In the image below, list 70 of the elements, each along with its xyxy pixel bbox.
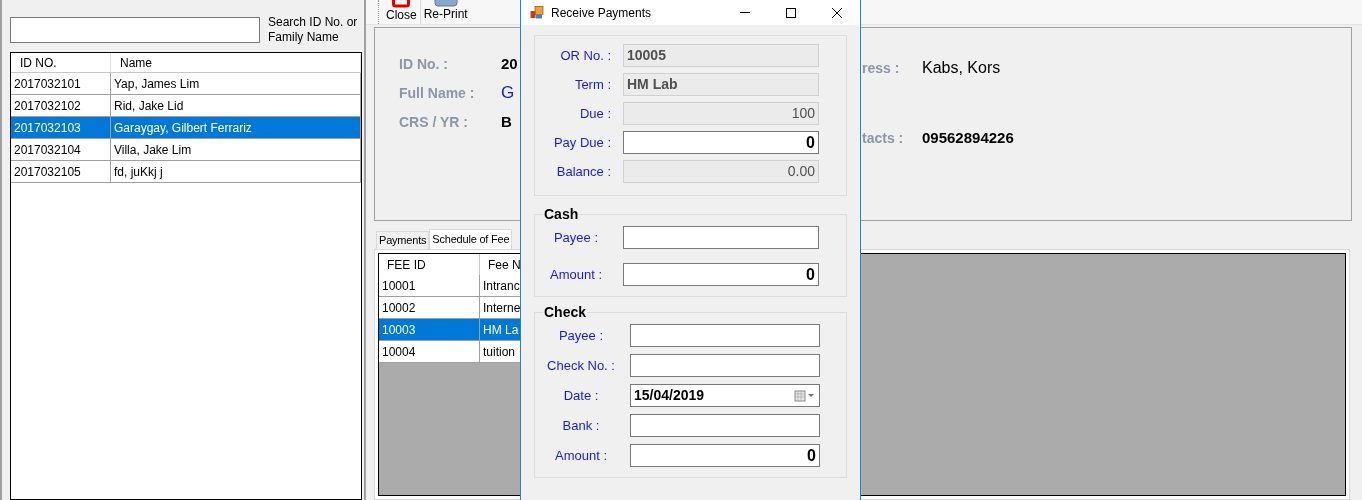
table-cell: 10003: [379, 319, 480, 340]
readonly-field: 10005: [623, 44, 819, 67]
field-value: Kabs, Kors: [922, 58, 1002, 78]
close-icon: [392, 0, 411, 8]
table-row[interactable]: 2017032104 Villa, Jake Lim: [11, 139, 361, 161]
maximize-icon: [786, 7, 796, 18]
field-label: OR No. :: [559, 46, 612, 65]
table-cell: 10004: [379, 341, 480, 362]
group-title: Check: [543, 303, 588, 322]
field-label: Check No. :: [546, 356, 616, 375]
input-field[interactable]: 0: [623, 131, 819, 154]
field-label: Term :: [573, 75, 612, 94]
table-row[interactable]: 2017032103 Garaygay, Gilbert Ferrariz: [11, 117, 361, 139]
readonly-field: 100: [623, 102, 819, 125]
input-field[interactable]: [630, 354, 820, 377]
table-cell: 10001: [379, 275, 480, 296]
printer-icon: [432, 0, 459, 7]
table-cell: 2017032102: [11, 95, 111, 116]
date-picker[interactable]: 15/04/2019: [630, 384, 820, 407]
minimize-icon: [740, 12, 750, 13]
window-title: Receive Payments: [551, 4, 652, 22]
field-label: CRS / YR :: [399, 112, 469, 132]
table-cell: 2017032103: [11, 117, 111, 138]
table-row[interactable]: 2017032101 Yap, James Lim: [11, 73, 361, 95]
column-header[interactable]: Name: [111, 53, 361, 72]
app-icon: [530, 6, 544, 19]
field-label: Payee :: [557, 326, 605, 345]
readonly-field: 0.00: [623, 160, 819, 183]
field-label: tacts :: [862, 128, 905, 148]
field-label: Payee :: [552, 228, 600, 247]
table-cell: 2017032105: [11, 161, 111, 182]
tab[interactable]: Schedule of Fee: [429, 229, 513, 249]
table-cell: Garaygay, Gilbert Ferrariz: [111, 117, 361, 138]
field-label: Amount :: [554, 446, 608, 465]
table-cell: Rid, Jake Lid: [111, 95, 361, 116]
field-label: ID No. :: [399, 54, 449, 74]
field-value: G: [501, 82, 516, 104]
close-icon: [832, 7, 842, 18]
input-field[interactable]: [630, 324, 820, 347]
field-label: Due :: [578, 104, 612, 123]
calendar-dropdown-icon: [794, 389, 816, 402]
column-header[interactable]: ID NO.: [11, 53, 111, 72]
field-label: Amount :: [549, 265, 603, 284]
input-field[interactable]: 0: [630, 444, 820, 467]
field-label: Date :: [562, 386, 600, 405]
table-cell: 2017032104: [11, 139, 111, 160]
field-label: Balance :: [555, 162, 612, 181]
readonly-field: HM Lab: [623, 73, 819, 96]
input-field[interactable]: [630, 414, 820, 437]
search-label: Search ID No. or Family Name: [268, 15, 358, 45]
field-label: ress :: [862, 58, 901, 78]
input-field[interactable]: [623, 226, 819, 249]
toolbar-button[interactable]: Re-Print: [420, 0, 471, 24]
toolbar-button[interactable]: Close: [383, 0, 421, 24]
table-cell: 10002: [379, 297, 480, 318]
field-label: Bank :: [561, 416, 601, 435]
table-cell: Villa, Jake Lim: [111, 139, 361, 160]
field-label: Full Name :: [399, 83, 476, 103]
table-cell: fd, juKkj j: [111, 161, 361, 182]
field-value: 20: [501, 53, 518, 74]
field-value: 09562894226: [922, 127, 1014, 148]
table-cell: Yap, James Lim: [111, 73, 361, 94]
input-field[interactable]: 0: [623, 263, 819, 286]
tab[interactable]: Payments: [376, 231, 430, 249]
field-value: B: [501, 111, 513, 132]
table-cell: 2017032101: [11, 73, 111, 94]
group-title: Cash: [543, 205, 580, 224]
search-field[interactable]: [10, 17, 260, 43]
table-row[interactable]: 2017032105 fd, juKkj j: [11, 161, 361, 183]
field-label: Pay Due :: [552, 133, 612, 152]
